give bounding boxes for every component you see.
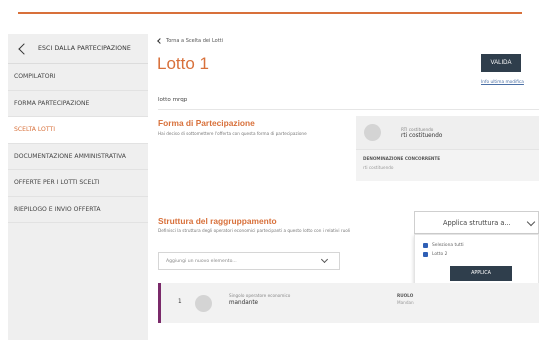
participant-card-header: RTI costituendo rti costituendo [356,116,539,150]
option-lotto-2-label: Lotto 2 [432,252,448,257]
exit-participation-label: ESCI DALLA PARTECIPAZIONE [38,45,131,52]
denominazione-label: DENOMINAZIONE CONCORRENTE [363,156,441,161]
valida-button[interactable]: VALIDA [481,54,521,72]
lotto-subtitle: lotto mrqp [158,97,188,103]
chevron-left-icon [157,38,163,44]
checkbox-checked-icon[interactable] [423,243,428,248]
participant-card: RTI costituendo rti costituendo DENOMINA… [356,116,539,181]
chevron-down-icon [526,217,536,227]
sidebar-item-compilatori[interactable]: COMPILATORI [8,64,148,91]
struttura-section-desc: Definisci la struttura degli operatori e… [158,228,351,233]
denominazione-value: rti costituendo [363,165,394,170]
add-element-placeholder: Aggiungi un nuovo elemento... [166,258,237,264]
option-select-all[interactable]: Seleziona tutti [423,243,464,248]
avatar [364,124,381,141]
member-row[interactable]: 1 Singolo operatore economico mandante R… [158,283,539,323]
sidebar: ESCI DALLA PARTECIPAZIONE COMPILATORI FO… [8,34,148,340]
participant-type: RTI costituendo [401,126,434,132]
sidebar-item-offerte-lotti[interactable]: OFFERTE PER I LOTTI SCELTI [8,170,148,197]
option-lotto-2[interactable]: Lotto 2 [423,252,447,257]
info-last-edit-link[interactable]: Info ultima modifica [481,80,524,85]
sidebar-item-documentazione-amministrativa[interactable]: DOCUMENTAZIONE AMMINISTRATIVA [8,144,148,170]
member-role: mandante [229,300,259,306]
sidebar-item-riepilogo-invio[interactable]: RIEPILOGO E INVIO OFFERTA [8,197,148,223]
exit-participation-button[interactable]: ESCI DALLA PARTECIPAZIONE [8,34,148,64]
divider [158,109,539,110]
avatar [195,295,212,312]
forma-section-title: Forma di Partecipazione [158,118,255,128]
back-to-lotti-link[interactable]: Torna a Scelta dei Lotti [157,38,224,44]
add-element-select[interactable]: Aggiungi un nuovo elemento... [158,252,340,270]
apply-structure-select[interactable]: Applica struttura a... [414,211,539,234]
ruolo-label: RUOLO [397,293,414,298]
page-title: Lotto 1 [157,54,209,73]
sidebar-item-scelta-lotti[interactable]: SCELTA LOTTI [8,117,148,144]
chevron-down-icon [320,255,329,264]
forma-section-desc: Hai deciso di sottomettere l'offerta con… [158,131,307,136]
struttura-section-title: Struttura del raggruppamento [158,216,277,226]
back-link-label: Torna a Scelta dei Lotti [166,38,224,44]
apply-structure-label: Applica struttura a... [443,218,511,227]
applica-button[interactable]: APPLICA [450,266,512,281]
sidebar-item-forma-partecipazione[interactable]: FORMA PARTECIPAZIONE [8,91,148,117]
member-type: Singolo operatore economico [229,293,291,298]
participant-name: rti costituendo [401,132,443,139]
checkbox-checked-icon[interactable] [423,252,428,257]
top-accent-line [18,12,522,14]
option-select-all-label: Seleziona tutti [432,243,464,248]
chevron-left-icon [18,42,30,55]
ruolo-value: Mandan [397,300,414,305]
member-number: 1 [178,299,182,305]
